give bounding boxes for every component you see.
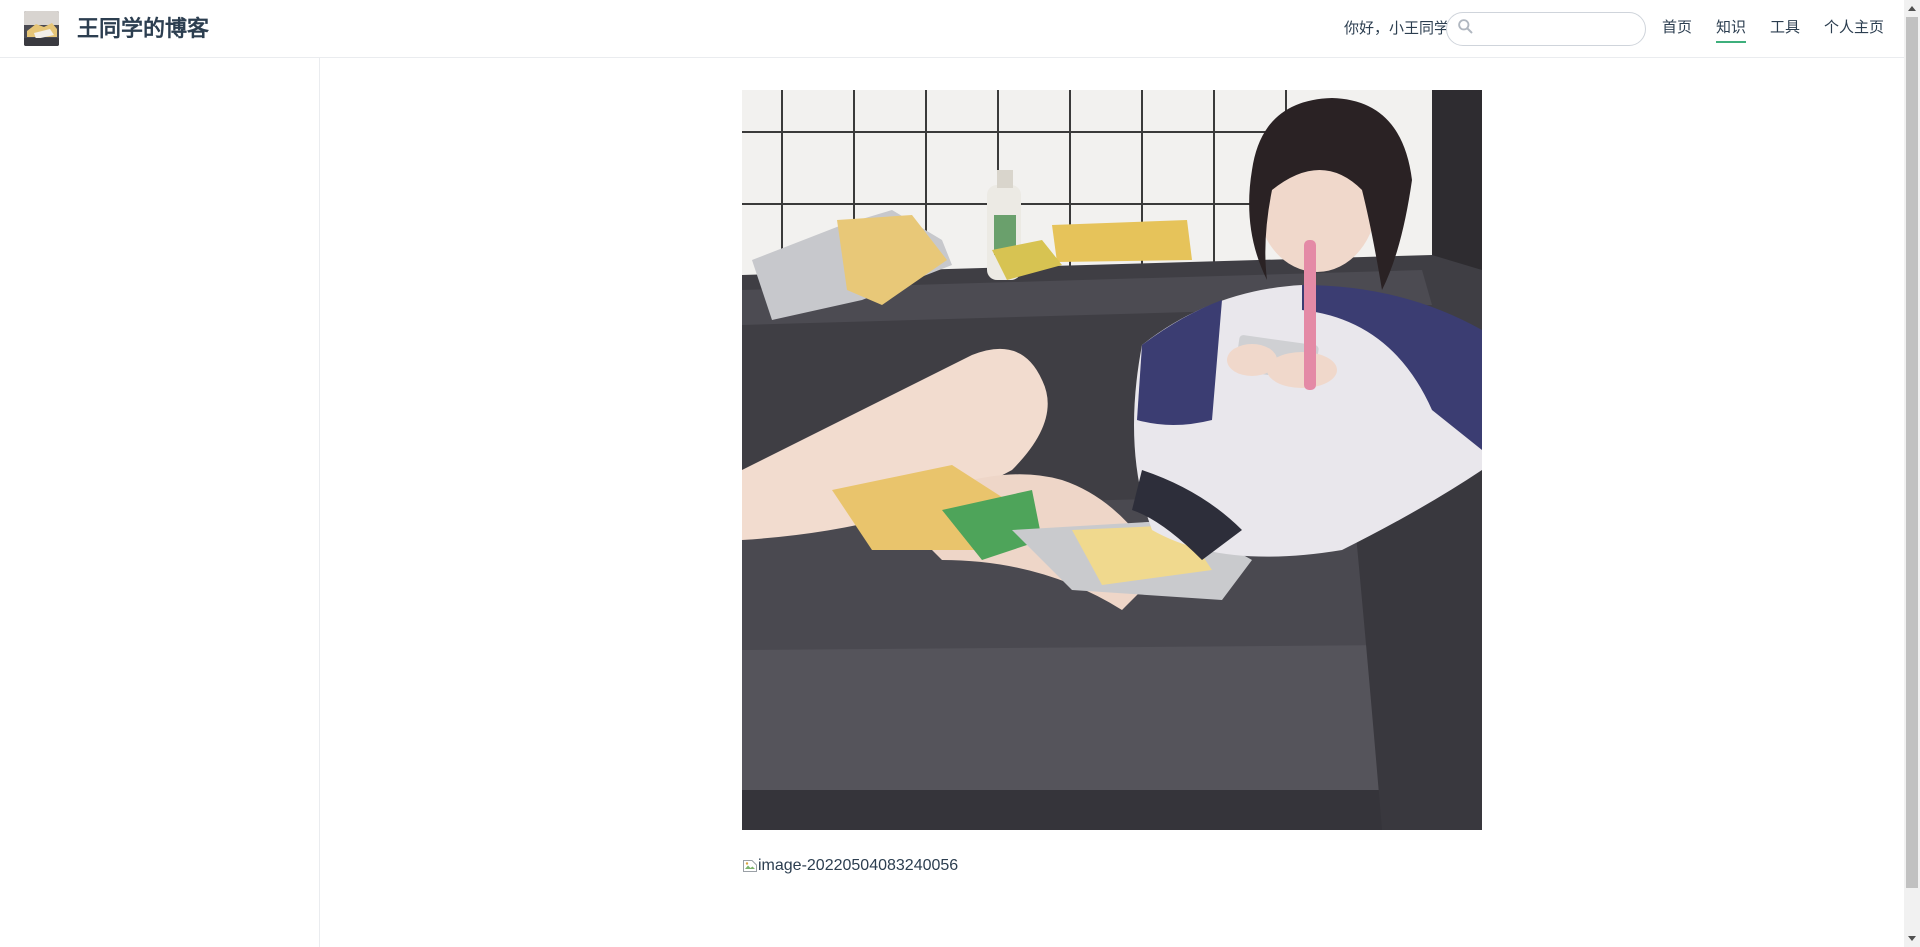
article-photo — [742, 90, 1482, 830]
nav-item-tools[interactable]: 工具 — [1770, 17, 1800, 41]
scrollbar-thumb[interactable] — [1906, 17, 1918, 888]
nav-item-profile[interactable]: 个人主页 — [1824, 17, 1884, 41]
user-greeting: 你好，小王同学 — [1344, 20, 1450, 37]
broken-image-alt-text: image-20220504083240056 — [758, 857, 959, 874]
site-name[interactable]: 王同学的博客 — [77, 14, 209, 44]
search-icon — [1457, 18, 1474, 40]
nav-item-home[interactable]: 首页 — [1662, 17, 1692, 41]
search-box[interactable] — [1446, 12, 1646, 46]
vertical-scrollbar[interactable] — [1904, 0, 1920, 947]
broken-image-icon — [742, 858, 758, 874]
broken-image: image-20220504083240056 — [742, 854, 958, 878]
sidebar — [0, 58, 320, 947]
navbar: 王同学的博客 你好，小王同学 首页 知识 工具 个人主页 — [0, 0, 1904, 58]
site-logo[interactable] — [24, 11, 59, 46]
search-input[interactable] — [1480, 15, 1640, 43]
nav-item-knowledge[interactable]: 知识 — [1716, 17, 1747, 43]
scroll-down-icon[interactable] — [1904, 931, 1920, 947]
nav-links: 首页 知识 工具 个人主页 — [1662, 17, 1884, 43]
scroll-up-icon[interactable] — [1904, 0, 1920, 16]
